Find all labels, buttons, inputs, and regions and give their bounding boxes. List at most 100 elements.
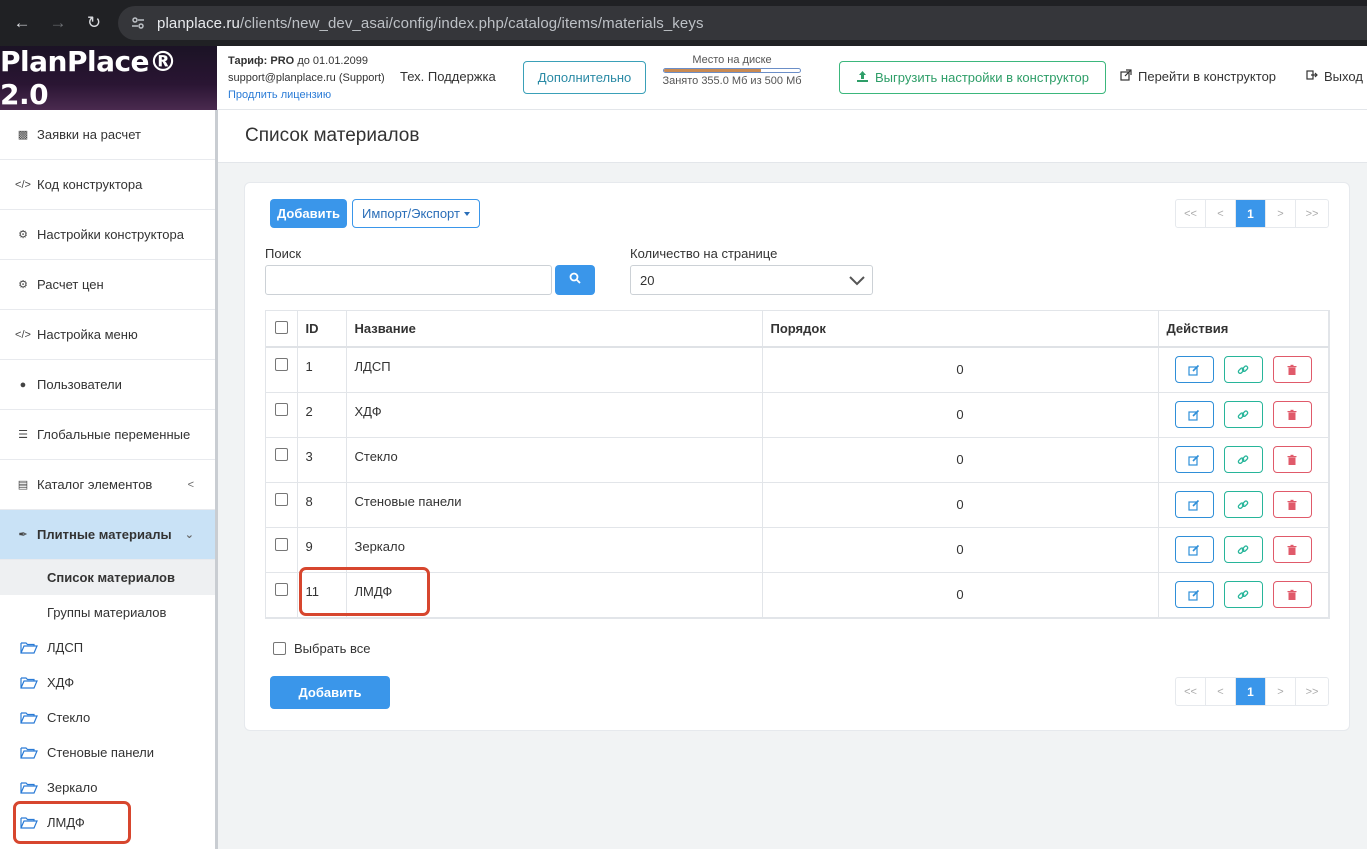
app-logo[interactable]: PlanPlace® 2.0: [0, 45, 217, 111]
edit-button[interactable]: [1174, 401, 1214, 428]
forward-arrow-icon[interactable]: →: [46, 11, 70, 35]
link-button[interactable]: [1223, 401, 1263, 428]
per-page-select[interactable]: 20: [630, 265, 873, 295]
search-input[interactable]: [265, 265, 552, 295]
go-constructor-link[interactable]: Перейти в конструктор: [1120, 69, 1276, 84]
back-arrow-icon[interactable]: ←: [10, 11, 34, 35]
sidebar-folder[interactable]: Стекло: [0, 700, 216, 735]
app-header: Тариф: PRO до 01.01.2099 support@planpla…: [217, 46, 1367, 110]
row-checkbox[interactable]: [274, 447, 288, 461]
code-icon: </>: [15, 328, 31, 341]
delete-button[interactable]: [1272, 446, 1312, 473]
delete-button[interactable]: [1272, 536, 1312, 563]
page-current[interactable]: 1: [1236, 200, 1266, 227]
link-button[interactable]: [1223, 446, 1263, 473]
logout-link[interactable]: Выход: [1306, 69, 1363, 84]
edit-button[interactable]: [1174, 356, 1214, 384]
page-last[interactable]: >>: [1296, 200, 1328, 227]
page-first[interactable]: <<: [1176, 200, 1206, 227]
select-all-checkbox-bottom[interactable]: [273, 642, 286, 655]
row-checkbox[interactable]: [274, 537, 288, 551]
sidebar-item-menu-settings[interactable]: </> Настройка меню: [0, 310, 216, 360]
delete-button[interactable]: [1272, 401, 1312, 428]
select-all-checkbox[interactable]: [274, 320, 288, 334]
renew-license-link[interactable]: Продлить лицензию: [228, 87, 385, 104]
chevron-down-icon: ⌄: [184, 529, 194, 541]
reload-icon[interactable]: ↻: [82, 11, 106, 35]
sidebar-folder[interactable]: ЛДСП: [0, 630, 216, 665]
sidebar-folder[interactable]: Зеркало: [0, 770, 216, 805]
delete-button[interactable]: [1272, 356, 1312, 384]
caret-down-icon: [463, 211, 470, 216]
row-name: Стеновые панели: [346, 482, 763, 528]
edit-button[interactable]: [1174, 491, 1214, 518]
add-button[interactable]: Добавить: [270, 199, 347, 228]
link-button[interactable]: [1223, 356, 1263, 384]
header-checkbox-cell: [266, 311, 298, 348]
link-icon: [1237, 365, 1249, 374]
book-icon: ▤: [17, 479, 29, 491]
column-header-id[interactable]: ID: [297, 311, 347, 348]
link-button[interactable]: [1223, 491, 1263, 518]
import-export-dropdown[interactable]: Импорт/Экспорт: [352, 199, 480, 228]
sidebar-item-global-vars[interactable]: ☰ Глобальные переменные: [0, 410, 216, 460]
add-button-bottom[interactable]: Добавить: [270, 676, 390, 709]
disk-progress-fill: [664, 69, 761, 72]
row-id: 2: [297, 392, 347, 438]
sidebar-item-constructor-settings[interactable]: ⚙ Настройки конструктора: [0, 210, 216, 260]
search-button[interactable]: [555, 265, 595, 295]
page-prev[interactable]: <: [1206, 200, 1236, 227]
address-bar[interactable]: planplace.ru/clients/new_dev_asai/config…: [118, 6, 1367, 40]
page-current[interactable]: 1: [1236, 678, 1266, 705]
sidebar-subitem-materials-list[interactable]: Список материалов: [0, 560, 216, 595]
sidebar-subitem-material-groups[interactable]: Группы материалов: [0, 595, 216, 630]
link-button[interactable]: [1223, 581, 1263, 608]
sidebar-scrollbar[interactable]: [215, 110, 218, 849]
sidebar: ▩ Заявки на расчет </> Код конструктора …: [0, 110, 218, 849]
row-checkbox[interactable]: [274, 402, 288, 416]
edit-icon: [1188, 544, 1200, 556]
more-button[interactable]: Дополнительно: [523, 61, 646, 94]
sidebar-folder[interactable]: Стеновые панели: [0, 735, 216, 770]
table-row: 9 Зеркало 0: [266, 527, 1329, 573]
tech-support-link[interactable]: Тех. Поддержка: [400, 69, 496, 84]
list-icon: ☰: [18, 429, 28, 441]
column-header-name[interactable]: Название: [346, 311, 763, 348]
edit-button[interactable]: [1174, 581, 1214, 608]
page-last[interactable]: >>: [1296, 678, 1328, 705]
select-all-row[interactable]: Выбрать все: [273, 641, 370, 656]
sidebar-item-constructor-code[interactable]: </> Код конструктора: [0, 160, 216, 210]
export-settings-button[interactable]: Выгрузить настройки в конструктор: [839, 61, 1106, 94]
row-checkbox[interactable]: [274, 582, 288, 596]
gears-icon: ⚙: [18, 279, 28, 291]
brush-icon: ✒: [18, 529, 28, 541]
edit-button[interactable]: [1174, 446, 1214, 473]
page-next[interactable]: >: [1266, 200, 1296, 227]
row-order: 0: [762, 437, 1159, 483]
sidebar-item-slab-materials[interactable]: ✒ Плитные материалы ⌄: [0, 510, 216, 560]
edit-icon: [1188, 499, 1200, 511]
row-checkbox[interactable]: [274, 492, 288, 506]
site-settings-icon[interactable]: [128, 15, 148, 31]
page-prev[interactable]: <: [1206, 678, 1236, 705]
page-first[interactable]: <<: [1176, 678, 1206, 705]
link-icon: [1237, 499, 1249, 509]
sidebar-item-requests[interactable]: ▩ Заявки на расчет: [0, 110, 216, 160]
sidebar-item-users[interactable]: ● Пользователи: [0, 360, 216, 410]
delete-button[interactable]: [1272, 491, 1312, 518]
sidebar-folder[interactable]: ХДФ: [0, 665, 216, 700]
row-checkbox[interactable]: [274, 358, 288, 371]
delete-button[interactable]: [1272, 581, 1312, 608]
support-email: support@planplace.ru (Support): [228, 72, 385, 84]
highlight-annotation: [299, 567, 430, 616]
edit-icon: [1188, 589, 1200, 601]
link-button[interactable]: [1223, 536, 1263, 563]
edit-button[interactable]: [1174, 536, 1214, 563]
materials-card: Добавить Импорт/Экспорт << < 1 > >> Поис…: [245, 183, 1349, 730]
sidebar-item-price-calc[interactable]: ⚙ Расчет цен: [0, 260, 216, 310]
sidebar-item-catalog[interactable]: ▤ Каталог элементов <: [0, 460, 216, 510]
external-link-icon: [1120, 69, 1132, 84]
edit-icon: [1188, 454, 1200, 466]
column-header-order[interactable]: Порядок: [762, 311, 1159, 348]
page-next[interactable]: >: [1266, 678, 1296, 705]
